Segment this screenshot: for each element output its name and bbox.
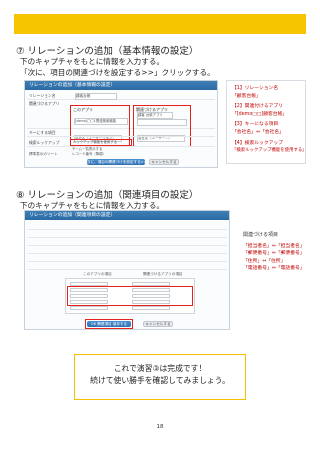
completion-callout: これで演習③は完成です！ 続けて使い勝手を確認してみましょう。 <box>74 354 246 400</box>
callout-line-1: これで演習③は完成です！ <box>113 364 207 373</box>
panel-header: リレーションの追加（基本情報の設定） <box>25 81 217 90</box>
header-accent-bar <box>14 14 306 34</box>
info-row <box>27 222 227 230</box>
row-label: リレーション名 <box>29 93 56 98</box>
note-value: 「住所」⇔「住所」 <box>243 258 286 264</box>
info-row <box>27 262 227 270</box>
note-heading: 【3】キーになる項目 <box>232 122 279 128</box>
notes-fields: 関連づける項目 「担当者名」⇔「担当者名」 「郵便番号」⇔「郵便番号」 「住所」… <box>238 228 310 288</box>
section-8-title: ⑧ リレーションの追加（関連項目の設定） <box>16 190 199 201</box>
row-label: 関連づけるアプリ <box>29 101 60 106</box>
row-label: キーにする項目 <box>29 130 56 135</box>
info-row <box>27 246 227 254</box>
sort-value[interactable]: レコード番号（降順） <box>72 152 106 157</box>
save-button-highlight <box>85 319 133 329</box>
mapping-highlight <box>67 286 193 306</box>
column-linked-app: 関連づけるアプリの項目 <box>143 272 183 276</box>
note-heading: 【2】関連付けるアプリ <box>232 104 284 110</box>
section-7-desc-2: 「次に、項目の関連づけを設定する>>」クリックする。 <box>20 68 215 77</box>
key-row: キーにする項目 <box>27 129 215 137</box>
mapping-left-field[interactable] <box>70 306 108 310</box>
section-7-title: ⑦ リレーションの追加（基本情報の設定） <box>16 46 199 57</box>
note-value: 「担当者名」⇔「担当者名」 <box>243 243 305 249</box>
info-row <box>27 254 227 262</box>
note-heading: 関連づける項目 <box>243 232 279 238</box>
this-app-field[interactable]: [demo]□□1関連検索機能 <box>74 118 128 125</box>
cancel-button[interactable]: キャンセルする <box>143 321 173 327</box>
next-button[interactable]: 次に、項目の関連づけを設定する>> <box>87 159 147 165</box>
lookup-highlight: ルックアップ機能を使用する <box>70 139 132 146</box>
note-value: 「検索ルックアップ機能を使用する」 <box>232 148 307 154</box>
note-value: 「電話番号」⇔「電話番号」 <box>243 266 305 272</box>
mapping-right-field[interactable] <box>132 306 170 310</box>
note-heading: 【4】検索ルックアップ <box>232 140 284 146</box>
relation-fields-screenshot: リレーションの追加（関連項目の設定） このアプリの項目 関連づけるアプリの項目 … <box>24 210 230 330</box>
section-7-desc-1: 下のキャプチャをもとに情報を入力する。 <box>20 57 165 66</box>
note-heading: 【1】リレーション名 <box>232 86 279 91</box>
linked-app-select[interactable]: 顧客 台帳アプリ <box>137 112 173 119</box>
callout-line-2: 続けて使い勝手を確認してみましょう。 <box>90 376 230 385</box>
column-this-app: このアプリの項目 <box>83 272 112 276</box>
sort-label: 標準表示のソート <box>29 152 58 156</box>
page-number: 18 <box>156 424 164 430</box>
row-label: 検索ルックアップ <box>29 140 60 145</box>
note-value: 「会社名」⇔「会社名」 <box>232 129 284 135</box>
note-value: 「郵便番号」⇔「郵便番号」 <box>243 251 305 257</box>
relation-name-row: リレーション名 顧客台帳 <box>27 92 215 100</box>
this-app-label: このアプリ <box>73 107 93 112</box>
lookup-checkbox-label[interactable]: ルックアップ機能を使用する <box>73 140 117 145</box>
note-value: 「顧客台帳」 <box>232 93 261 99</box>
notes-basic: 【1】リレーション名 「顧客台帳」 【2】関連付けるアプリ 「[demo□□]顧… <box>226 80 307 164</box>
relation-basic-screenshot: リレーションの追加（基本情報の設定） リレーション名 顧客台帳 関連づけるアプリ… <box>24 80 218 168</box>
panel-header: リレーションの追加（関連項目の設定） <box>25 211 229 220</box>
relation-name-field[interactable]: 顧客台帳 <box>75 93 117 100</box>
linked-app-field[interactable] <box>137 119 187 126</box>
info-row <box>27 238 227 246</box>
cancel-button[interactable]: キャンセルする <box>149 159 179 165</box>
info-row <box>27 230 227 238</box>
note-value: 「[demo□□]顧客台帳」 <box>232 111 288 117</box>
